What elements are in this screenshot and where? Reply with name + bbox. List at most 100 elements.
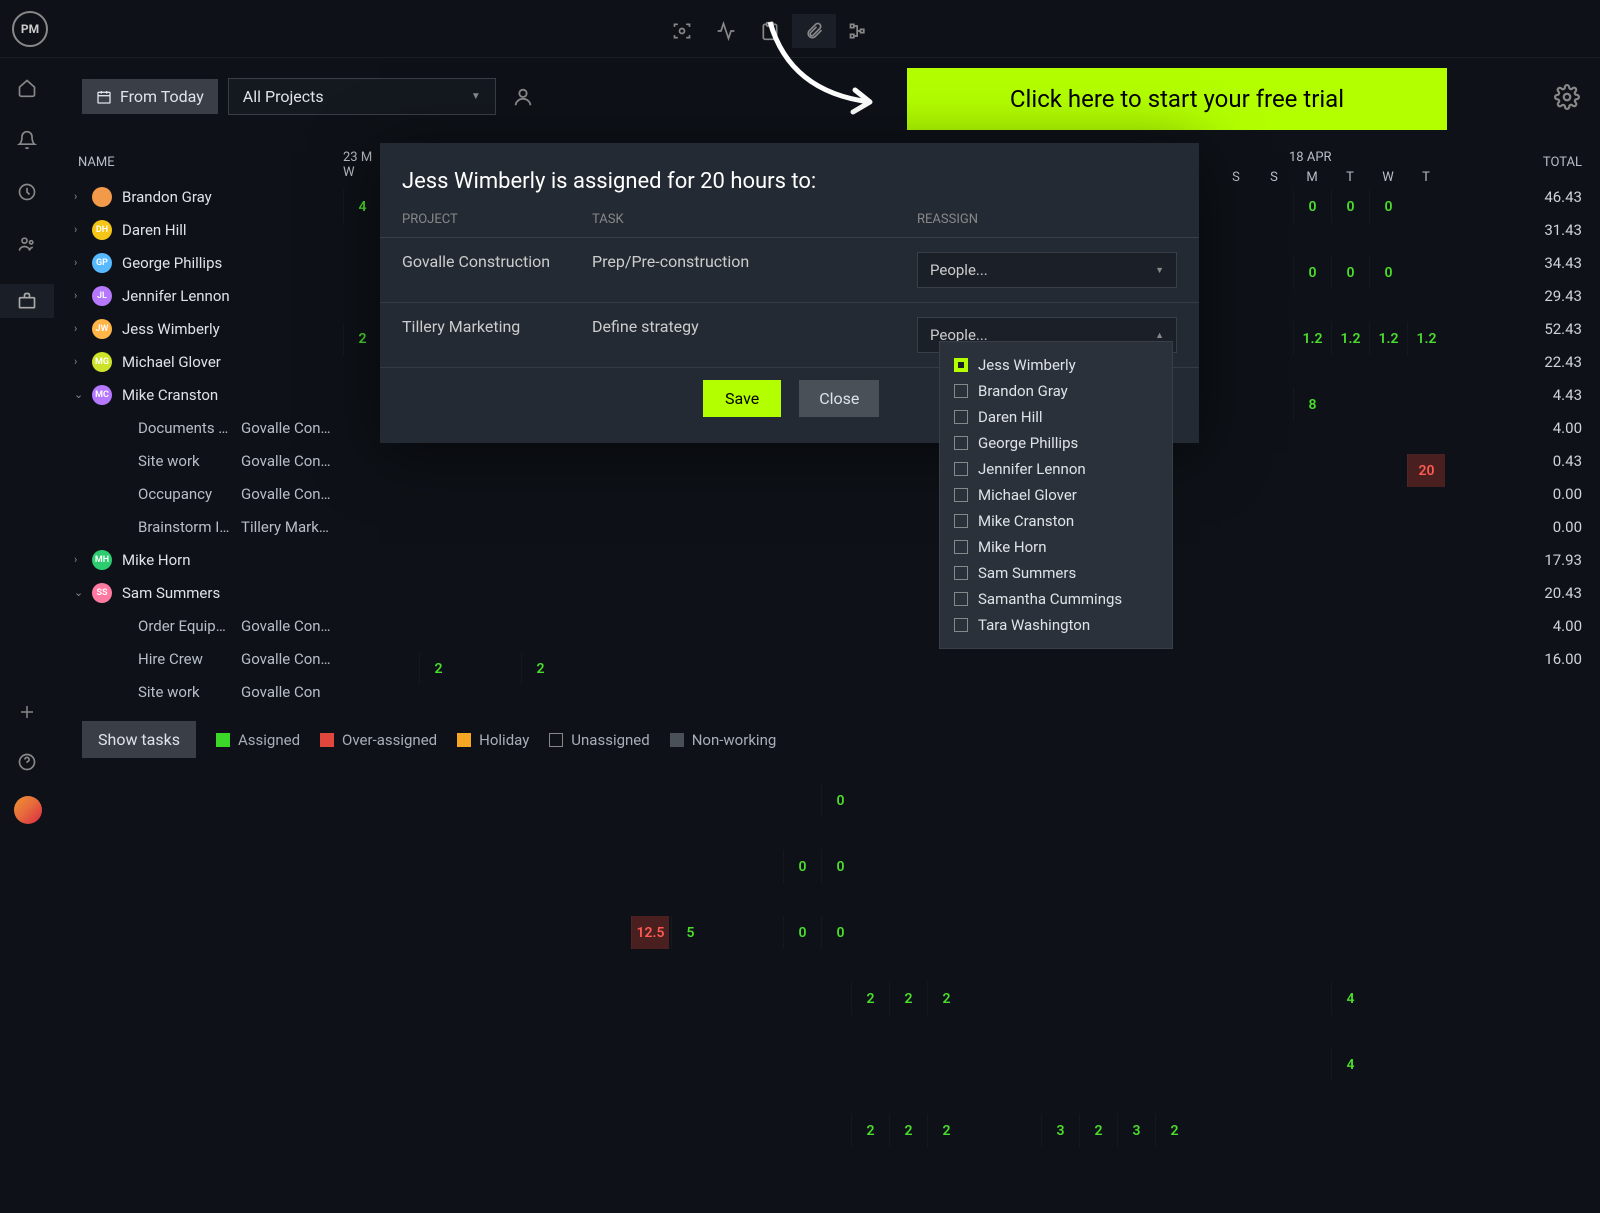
- grid-cell: 0: [1293, 190, 1331, 223]
- attach-icon[interactable]: [792, 14, 836, 48]
- checkbox[interactable]: [954, 618, 968, 632]
- day-header: S: [1255, 170, 1293, 185]
- plus-icon[interactable]: [15, 700, 39, 724]
- show-tasks-button[interactable]: Show tasks: [82, 721, 196, 758]
- help-icon[interactable]: [15, 750, 39, 774]
- chevron-icon: ›: [74, 223, 92, 236]
- bell-icon[interactable]: [15, 128, 39, 152]
- briefcase-icon[interactable]: [0, 284, 54, 318]
- chevron-icon: ›: [74, 553, 92, 566]
- dropdown-item[interactable]: George Phillips: [954, 430, 1158, 456]
- day-header: M: [1293, 170, 1331, 185]
- activity-icon[interactable]: [704, 14, 748, 48]
- checkbox[interactable]: [954, 436, 968, 450]
- chevron-icon: ›: [74, 322, 92, 335]
- dropdown-item[interactable]: Daren Hill: [954, 404, 1158, 430]
- checkbox[interactable]: [954, 358, 968, 372]
- dropdown-label: Tara Washington: [978, 616, 1090, 634]
- dropdown-item[interactable]: Michael Glover: [954, 482, 1158, 508]
- dropdown-item[interactable]: Jess Wimberly: [954, 352, 1158, 378]
- task-row[interactable]: Site workGovalle Con: [70, 675, 331, 708]
- chevron-icon: ›: [74, 355, 92, 368]
- person-icon[interactable]: [512, 86, 534, 108]
- checkbox[interactable]: [954, 410, 968, 424]
- close-button[interactable]: Close: [799, 380, 879, 417]
- grid-cell: 0: [1331, 190, 1369, 223]
- dropdown-item[interactable]: Tara Washington: [954, 612, 1158, 638]
- names-column: NAME ›Brandon Gray›DHDaren Hill›GPGeorge…: [70, 155, 331, 708]
- dropdown-item[interactable]: Sam Summers: [954, 560, 1158, 586]
- person-row[interactable]: ›JWJess Wimberly: [70, 312, 331, 345]
- settings-icon[interactable]: [1554, 84, 1580, 110]
- checkbox[interactable]: [954, 566, 968, 580]
- modal-project: Govalle Construction: [402, 252, 592, 288]
- projects-select[interactable]: All Projects ▼: [228, 78, 496, 115]
- grid-cell: 8: [1293, 388, 1331, 421]
- reassign-select[interactable]: People...▼: [917, 252, 1177, 288]
- person-row[interactable]: ›JLJennifer Lennon: [70, 279, 331, 312]
- checkbox[interactable]: [954, 462, 968, 476]
- grid-cell: 4: [1331, 982, 1369, 1015]
- save-button[interactable]: Save: [703, 380, 781, 417]
- person-row[interactable]: ⌄SSSam Summers: [70, 576, 331, 609]
- totals-column: TOTAL 46.4331.4334.4329.4352.4322.434.43…: [1543, 155, 1582, 708]
- dropdown-item[interactable]: Brandon Gray: [954, 378, 1158, 404]
- avatar: MG: [92, 352, 112, 372]
- task-row[interactable]: Site workGovalle Con…: [70, 444, 331, 477]
- checkbox[interactable]: [954, 384, 968, 398]
- checkbox[interactable]: [954, 592, 968, 606]
- checkbox[interactable]: [954, 514, 968, 528]
- date-header-2: 18 APR: [1289, 150, 1332, 165]
- col-reassign: REASSIGN: [917, 212, 1177, 227]
- task-name: Order Equip…: [138, 617, 237, 635]
- task-row[interactable]: OccupancyGovalle Con…: [70, 477, 331, 510]
- clipboard-icon[interactable]: [748, 14, 792, 48]
- modal-title: Jess Wimberly is assigned for 20 hours t…: [380, 169, 1199, 212]
- col-task: TASK: [592, 212, 917, 227]
- dropdown-label: Daren Hill: [978, 408, 1043, 426]
- people-dropdown[interactable]: Jess WimberlyBrandon Gray Daren Hill Georg…: [939, 341, 1173, 649]
- col-project: PROJECT: [402, 212, 592, 227]
- total-value: 17.93: [1543, 543, 1582, 576]
- chevron-icon: ⌄: [74, 586, 92, 599]
- checkbox[interactable]: [954, 540, 968, 554]
- checkbox[interactable]: [954, 488, 968, 502]
- grid-cell: 2: [927, 1114, 965, 1147]
- person-row[interactable]: ›GPGeorge Phillips: [70, 246, 331, 279]
- dropdown-label: Samantha Cummings: [978, 590, 1122, 608]
- scan-icon[interactable]: [660, 14, 704, 48]
- name-header: NAME: [78, 155, 331, 170]
- person-row[interactable]: ›DHDaren Hill: [70, 213, 331, 246]
- people-nav-icon[interactable]: [15, 232, 39, 256]
- person-row[interactable]: ›Brandon Gray: [70, 180, 331, 213]
- task-row[interactable]: Brainstorm I…Tillery Mark…: [70, 510, 331, 543]
- grid-cell: 2: [343, 322, 381, 355]
- total-value: 34.43: [1543, 246, 1582, 279]
- task-name: Occupancy: [138, 485, 237, 503]
- grid-cell: 0: [821, 784, 859, 817]
- clock-icon[interactable]: [15, 180, 39, 204]
- grid-cell: 0: [783, 916, 821, 949]
- task-row[interactable]: Documents …Govalle Con…: [70, 411, 331, 444]
- dropdown-item[interactable]: Mike Cranston: [954, 508, 1158, 534]
- task-row[interactable]: Hire CrewGovalle Con…: [70, 642, 331, 675]
- from-today-button[interactable]: From Today: [82, 79, 218, 114]
- dropdown-item[interactable]: Mike Horn: [954, 534, 1158, 560]
- modal-project: Tillery Marketing: [402, 317, 592, 353]
- person-row[interactable]: ⌄MCMike Cranston: [70, 378, 331, 411]
- grid-cell: 0: [1369, 190, 1407, 223]
- person-row[interactable]: ›MHMike Horn: [70, 543, 331, 576]
- person-row[interactable]: ›MGMichael Glover: [70, 345, 331, 378]
- home-icon[interactable]: [15, 76, 39, 100]
- legend-unassigned: Unassigned: [549, 731, 649, 749]
- user-avatar[interactable]: [14, 796, 42, 824]
- task-name: Brainstorm I…: [138, 518, 237, 536]
- task-row[interactable]: Order Equip…Govalle Con…: [70, 609, 331, 642]
- free-trial-cta[interactable]: Click here to start your free trial: [907, 68, 1447, 130]
- total-value: 52.43: [1543, 312, 1582, 345]
- dropdown-item[interactable]: Samantha Cummings: [954, 586, 1158, 612]
- grid-cell: 2: [851, 1114, 889, 1147]
- dropdown-item[interactable]: Jennifer Lennon: [954, 456, 1158, 482]
- total-value: 4.43: [1543, 378, 1582, 411]
- flow-icon[interactable]: [836, 14, 880, 48]
